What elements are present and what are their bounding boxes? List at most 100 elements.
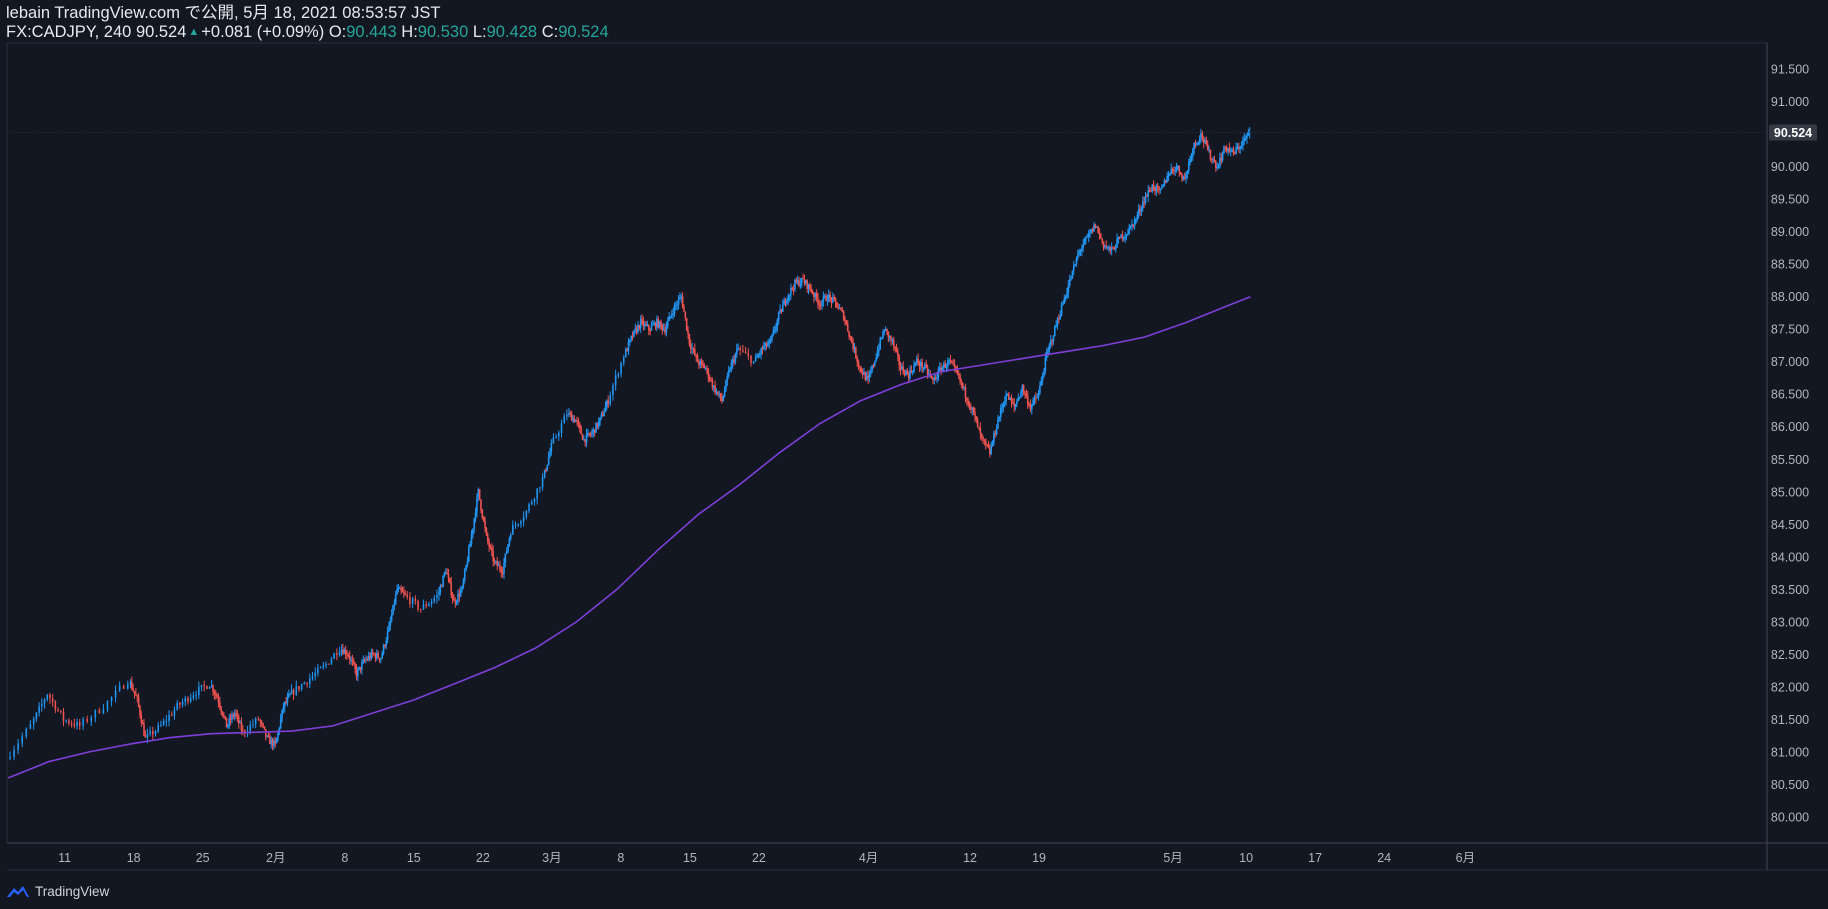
candle — [51, 694, 54, 707]
candle-body — [676, 304, 679, 306]
candle — [624, 347, 627, 358]
candle-body — [860, 367, 863, 372]
candle-body — [951, 361, 953, 363]
candle-body — [876, 351, 879, 358]
candle-body — [141, 722, 144, 725]
candle-body — [1056, 318, 1059, 326]
candle-body — [1150, 190, 1152, 192]
candle-body — [461, 586, 463, 591]
candle-body — [737, 347, 739, 350]
candle-body — [46, 694, 49, 700]
candle-body — [1036, 396, 1039, 399]
x-tick-label: 8 — [341, 851, 348, 865]
candle-body — [260, 721, 263, 724]
candle — [377, 650, 379, 659]
candle-body — [438, 591, 440, 595]
candle-body — [1235, 147, 1237, 154]
candle — [198, 681, 200, 700]
candle-body — [476, 497, 478, 513]
candle-body — [300, 684, 303, 690]
candle-body — [240, 722, 243, 731]
candle-body — [1077, 254, 1079, 259]
y-tick-label: 86.500 — [1771, 388, 1809, 402]
candle — [265, 729, 267, 741]
candle — [442, 575, 444, 588]
candle — [21, 732, 24, 748]
candle — [348, 650, 351, 665]
candle — [768, 337, 771, 349]
candle-body — [218, 702, 221, 707]
candle-body — [1074, 264, 1076, 266]
tradingview-logo[interactable]: TradingView — [6, 880, 109, 902]
candle-body — [425, 604, 427, 607]
y-tick-label: 83.500 — [1771, 583, 1809, 597]
candle-body — [486, 534, 489, 542]
x-tick-label: 6月 — [1456, 851, 1475, 865]
candle — [1144, 191, 1147, 206]
candle-body — [1020, 391, 1022, 397]
candle-body — [319, 667, 322, 669]
candle-body — [620, 362, 622, 374]
candle-body — [208, 686, 211, 689]
candle-body — [90, 717, 93, 722]
candle-body — [957, 373, 960, 375]
candle-body — [525, 510, 528, 517]
candle — [855, 346, 857, 359]
candle — [168, 710, 170, 727]
candle-body — [1125, 234, 1128, 236]
candle — [1014, 403, 1017, 411]
candle — [9, 751, 11, 761]
candle-body — [817, 298, 819, 305]
candle — [314, 667, 317, 681]
candle-body — [403, 592, 405, 594]
candle-body — [389, 620, 392, 626]
candle-body — [1246, 135, 1248, 139]
candle — [154, 729, 157, 737]
candle-body — [986, 444, 988, 446]
candle-body — [689, 344, 692, 349]
candle-body — [982, 437, 984, 440]
candle-body — [154, 731, 157, 735]
candle — [536, 488, 538, 505]
candle-body — [1024, 392, 1026, 394]
candle-body — [189, 697, 192, 702]
candle — [149, 726, 151, 737]
candle-body — [499, 565, 501, 570]
candle-body — [1101, 238, 1103, 242]
candle-body — [1205, 140, 1208, 145]
candle-body — [430, 601, 433, 604]
candle-body — [639, 319, 642, 329]
candle-body — [1186, 170, 1189, 174]
price-chart[interactable]: 80.000 80.500 81.000 81.500 82.000 82.500 83.0… — [0, 0, 1828, 909]
candle-body — [1040, 380, 1043, 386]
candle-body — [964, 387, 967, 398]
candle — [273, 737, 275, 750]
candle — [747, 348, 750, 360]
candle-body — [1005, 395, 1007, 402]
candle — [184, 695, 187, 707]
candle-body — [279, 718, 282, 728]
candle — [1105, 240, 1108, 250]
x-axis: 11 18 25 2月 8 15 22 3月 8 15 22 4月 12 19 5月 10 17 24 6月 — [58, 851, 1475, 865]
candle-body — [198, 686, 200, 696]
candle-body — [1052, 336, 1055, 342]
candle — [433, 594, 436, 604]
candle-body — [131, 681, 133, 689]
candle — [1097, 225, 1099, 234]
candle — [122, 684, 125, 690]
candle-body — [1072, 265, 1075, 271]
candle — [82, 716, 84, 730]
candle-body — [826, 300, 829, 302]
candle-body — [382, 645, 385, 654]
candle — [739, 345, 741, 356]
y-axis: 80.000 80.500 81.000 81.500 82.000 82.500 83.0… — [1771, 63, 1809, 825]
candle — [378, 657, 381, 663]
candle-body — [791, 287, 794, 289]
candle-body — [1152, 184, 1155, 190]
candle-body — [1044, 357, 1047, 372]
candle — [292, 688, 295, 701]
candle-body — [869, 371, 872, 375]
candle-body — [836, 302, 838, 308]
candle — [1232, 146, 1235, 156]
candle — [997, 414, 999, 430]
